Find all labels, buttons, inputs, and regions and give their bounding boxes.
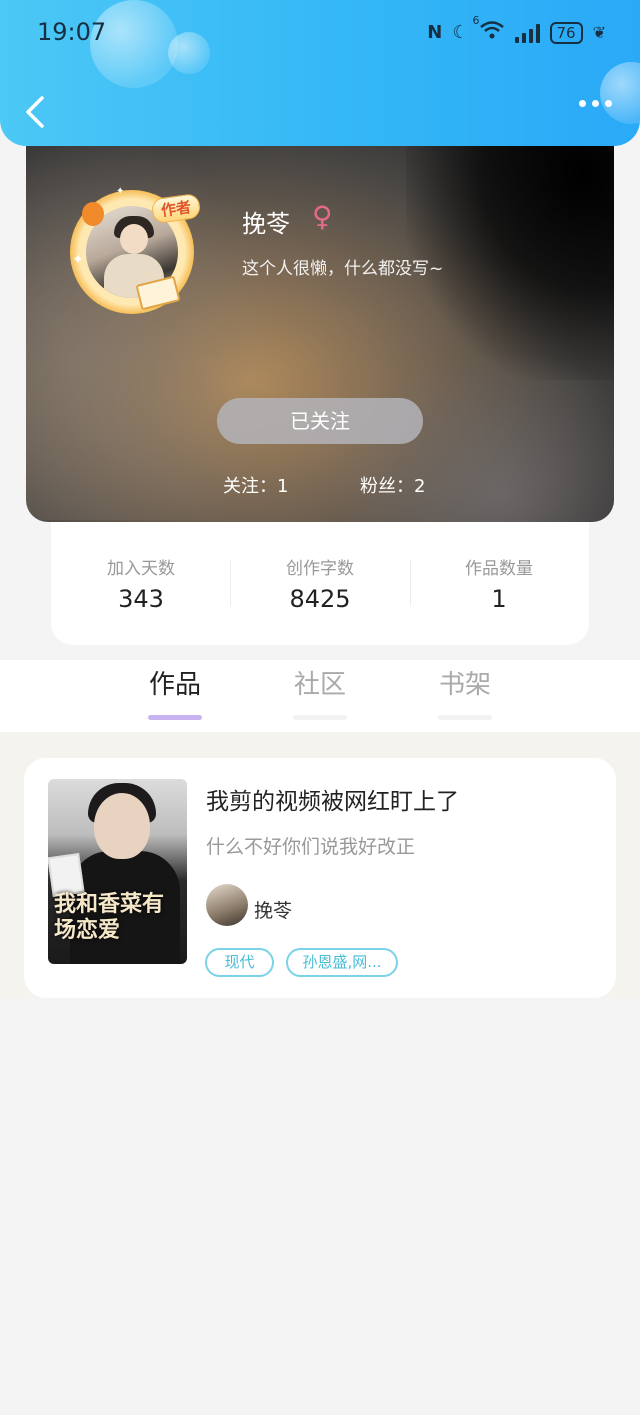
work-description: 什么不好你们说我好改正 — [206, 836, 416, 858]
wifi-icon: 6 — [473, 14, 505, 45]
following-count[interactable]: 关注：1 — [223, 472, 288, 498]
status-icons: N ☾ 6 76 ❦ — [427, 14, 606, 45]
female-icon: ♀ — [312, 200, 333, 233]
cover-title: 我和香菜有场恋爱 — [54, 891, 165, 943]
stat-join-days: 加入天数 343 — [51, 554, 231, 613]
tab-label: 书架 — [438, 670, 491, 700]
network-generation: 6 — [472, 14, 480, 27]
stats-card: 加入天数 343 创作字数 8425 作品数量 1 — [51, 516, 589, 645]
sparkle-icon: ✦ — [72, 252, 84, 268]
stat-value: 8425 — [289, 585, 351, 613]
tab-works[interactable]: 作品 — [135, 664, 215, 720]
stat-value: 1 — [491, 585, 507, 613]
tag[interactable]: 孙恩盛,网... — [286, 948, 398, 977]
work-card[interactable]: 我和香菜有场恋爱 我剪的视频被网红盯上了 什么不好你们说我好改正 挽苓 现代 孙… — [24, 758, 616, 998]
work-title[interactable]: 我剪的视频被网红盯上了 — [206, 782, 459, 816]
orange-decor — [82, 202, 104, 226]
tab-indicator — [148, 715, 202, 720]
more-icon[interactable] — [579, 100, 612, 107]
stat-label: 作品数量 — [465, 559, 533, 579]
tab-bookshelf[interactable]: 书架 — [425, 664, 505, 720]
stat-label: 创作字数 — [286, 559, 354, 579]
tab-indicator — [293, 715, 347, 720]
decor-bubble — [168, 32, 210, 74]
nfc-icon: N — [427, 22, 443, 43]
tab-label: 作品 — [148, 670, 201, 700]
leaf-icon: ❦ — [592, 23, 606, 42]
stat-value: 343 — [118, 585, 164, 613]
decor-bubble — [600, 62, 640, 124]
user-bio: 这个人很懒，什么都没写~ — [242, 259, 444, 279]
signal-icon — [514, 23, 540, 43]
status-time: 19:07 — [37, 18, 107, 46]
stat-works-count: 作品数量 1 — [409, 554, 589, 613]
top-header: 19:07 N ☾ 6 76 ❦ — [0, 0, 640, 146]
tab-community[interactable]: 社区 — [280, 664, 360, 720]
book-cover[interactable]: 我和香菜有场恋爱 — [48, 779, 187, 964]
user-name: 挽苓 — [242, 210, 290, 238]
tab-label: 社区 — [293, 670, 346, 700]
tab-indicator — [438, 715, 492, 720]
work-author[interactable]: 挽苓 — [254, 896, 292, 923]
author-avatar[interactable] — [206, 884, 248, 926]
stat-word-count: 创作字数 8425 — [230, 554, 410, 613]
back-icon[interactable] — [22, 94, 50, 130]
battery-icon: 76 — [549, 21, 583, 44]
profile-card: ✦ ✦ 作者 挽苓 ♀ 这个人很懒，什么都没写~ 已关注 关注：1 粉丝：2 — [26, 120, 614, 522]
sparkle-icon: ✦ — [116, 186, 125, 197]
moon-icon: ☾ — [452, 22, 469, 43]
tag[interactable]: 现代 — [205, 948, 274, 977]
follow-button[interactable]: 已关注 — [217, 398, 423, 444]
avatar[interactable]: ✦ ✦ 作者 — [66, 184, 202, 320]
tab-bar: 作品 社区 书架 — [0, 660, 640, 732]
followers-count[interactable]: 粉丝：2 — [360, 472, 425, 498]
stat-label: 加入天数 — [107, 559, 175, 579]
